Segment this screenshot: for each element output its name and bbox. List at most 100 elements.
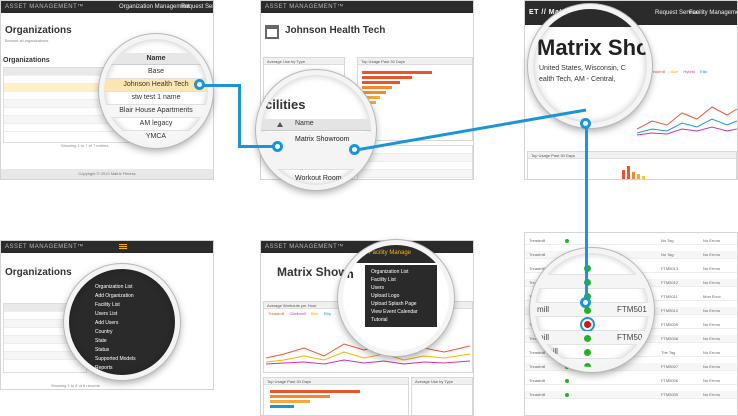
page-title: Johnson Health Tech xyxy=(285,25,386,36)
equipment-tag: No Tag xyxy=(661,252,674,257)
nav-organization-management[interactable]: Organization Management xyxy=(119,1,190,13)
top-nav-bar: ASSET MANAGEMENT™ xyxy=(1,241,213,253)
equipment-tag: FTM5009 xyxy=(661,322,679,327)
nav-request-service[interactable]: Request Service xyxy=(181,1,213,13)
menu-item-users-list[interactable]: Users List xyxy=(95,311,117,317)
equipment-status: No Errors xyxy=(703,280,721,285)
table-row[interactable]: Treadmill FTM5005 No Errors xyxy=(525,391,737,399)
table-row[interactable]: Treadmill FTM5006 No Errors xyxy=(525,377,737,385)
equipment-type: mill xyxy=(537,333,549,342)
column-header-name[interactable]: Name xyxy=(104,53,208,65)
equipment-status: No Errors xyxy=(703,364,721,369)
card-title: Top Usage Past 30 Days xyxy=(358,58,472,65)
equipment-status: No Errors xyxy=(703,350,721,355)
org-row-base[interactable]: Base xyxy=(104,66,208,79)
card-title: Average Use by Type xyxy=(264,58,344,65)
showing-count: Showing 1 to 7 of 7 entries xyxy=(61,143,109,148)
equipment-rows-zoomed: mill mill admill FTM501 FTM50 FTM50 xyxy=(535,253,649,367)
equipment-type: admill xyxy=(537,347,558,356)
menu-item-supported-models[interactable]: Supported Models xyxy=(95,356,136,362)
menu-item-reports[interactable]: Reports xyxy=(95,365,113,371)
status-error-icon xyxy=(584,321,591,328)
equipment-tag: FTM501 xyxy=(617,305,647,314)
status-ok-icon xyxy=(565,239,569,243)
facility-title: Matrix Sho xyxy=(537,35,650,60)
connector-line xyxy=(238,84,241,148)
equipment-status: No Errors xyxy=(703,336,721,341)
page-title: Organizations xyxy=(5,25,72,36)
top-nav-bar: ASSET MANAGEMENT™ Organization Managemen… xyxy=(1,1,213,13)
page-title-fragment: m xyxy=(343,267,354,281)
table-row[interactable] xyxy=(535,275,649,289)
card-average-use: Average Use by Type xyxy=(411,377,473,415)
magnifier-facility-menu: ce Facility Manage m Organization List F… xyxy=(338,240,454,356)
nav-facility-management[interactable]: Facility Management xyxy=(689,1,737,25)
equipment-status: No Errors xyxy=(703,392,721,397)
card-top-usage: Top Usage Past 30 Days xyxy=(263,377,409,415)
facility-link-workout-room[interactable]: Workout Room xyxy=(295,175,342,182)
nav-request-service[interactable]: ce xyxy=(353,250,359,256)
menu-item-facility-list[interactable]: Facility List xyxy=(95,302,120,308)
menu-icon[interactable] xyxy=(119,244,127,245)
usage-line-chart xyxy=(637,106,737,136)
table-row[interactable] xyxy=(535,289,649,303)
status-ok-icon xyxy=(584,307,591,314)
menu-item-upload-splash-page[interactable]: Upload Splash Page xyxy=(371,301,417,307)
menu-item-country[interactable]: Country xyxy=(95,329,113,335)
status-ok-icon xyxy=(584,363,591,367)
sort-arrow-icon[interactable] xyxy=(277,122,283,127)
column-header-name[interactable]: Name xyxy=(295,120,314,127)
equipment-tag: FTM5008 xyxy=(661,336,679,341)
equipment-type: mill xyxy=(537,305,549,314)
table-row[interactable] xyxy=(535,317,649,331)
menu-item-tutorial[interactable]: Tutorial xyxy=(371,317,388,323)
menu-item-organization-list[interactable]: Organization List xyxy=(371,269,409,275)
brand-logo: ASSET MANAGEMENT™ xyxy=(5,244,84,250)
table-row[interactable]: Treadmill No Tag No Errors xyxy=(525,237,737,245)
equipment-type: Treadmill xyxy=(529,238,546,243)
facility-organization: ealth Tech, AM - Central, xyxy=(539,76,616,83)
facility-location: United States, Wisconsin, C xyxy=(539,65,626,72)
menu-item-add-organization[interactable]: Add Organization xyxy=(95,293,134,299)
equipment-status: No Errors xyxy=(703,266,721,271)
mini-bars xyxy=(622,166,645,179)
connector-line xyxy=(204,84,240,87)
page-title: Organizations xyxy=(5,267,72,278)
org-row-johnson-health-tech[interactable]: Johnson Health Tech xyxy=(104,79,208,92)
top-nav-bar: ASSET MANAGEMENT™ xyxy=(261,1,473,13)
magnifier-equipment-status: mill mill admill FTM501 FTM50 FTM50 xyxy=(530,248,654,372)
equipment-status: No Errors xyxy=(703,238,721,243)
equipment-type: Treadmill xyxy=(529,378,546,383)
menu-item-organization-list[interactable]: Organization List xyxy=(95,284,133,290)
menu-item-view-event-calendar[interactable]: View Event Calendar xyxy=(371,309,418,315)
magnifier-facility-header: Matrix Sho United States, Wisconsin, C e… xyxy=(528,4,652,128)
menu-item-state[interactable]: State xyxy=(95,338,107,344)
building-icon xyxy=(265,25,279,39)
facility-link-matrix-showroom[interactable]: Matrix Showroom xyxy=(295,136,349,143)
brand-logo: ASSET MANAGEMENT™ xyxy=(5,4,84,10)
facilities-heading: cilities xyxy=(265,97,306,112)
equipment-tag: FTM50 xyxy=(617,333,643,342)
magnifier-org-list: Name Base Johnson Health Tech stw test 1… xyxy=(99,34,213,148)
menu-item-users[interactable]: Users xyxy=(371,285,384,291)
equipment-tag: FTM5010 xyxy=(661,308,679,313)
usage-bar-chart xyxy=(270,390,360,408)
org-row-blair-house[interactable]: Blair House Apartments xyxy=(104,105,208,118)
card-title: Average Use by Type xyxy=(412,378,472,385)
menu-item-add-users[interactable]: Add Users xyxy=(95,320,118,326)
connector-point xyxy=(349,144,360,155)
magnifier-facilities: cilities Name Matrix Showroom Workout Ro… xyxy=(256,70,376,190)
org-row-am-legacy[interactable]: AM legacy xyxy=(104,118,208,131)
menu-item-status[interactable]: Status xyxy=(95,347,109,353)
dropdown-menu: Organization List Add Organization Facil… xyxy=(69,269,175,375)
connector-point xyxy=(194,79,205,90)
table-row[interactable] xyxy=(535,261,649,275)
org-row-stw-test[interactable]: stw test 1 name xyxy=(104,92,208,105)
menu-item-upload-logo[interactable]: Upload Logo xyxy=(371,293,399,299)
connector-point xyxy=(580,118,591,129)
menu-item-facility-list[interactable]: Facility List xyxy=(371,277,396,283)
equipment-tag: FTM5005 xyxy=(661,392,679,397)
nav-facility-management[interactable]: Facility Manage xyxy=(369,250,411,256)
org-row-ymca[interactable]: YMCA xyxy=(104,131,208,143)
table-title: Organizations xyxy=(3,57,50,64)
